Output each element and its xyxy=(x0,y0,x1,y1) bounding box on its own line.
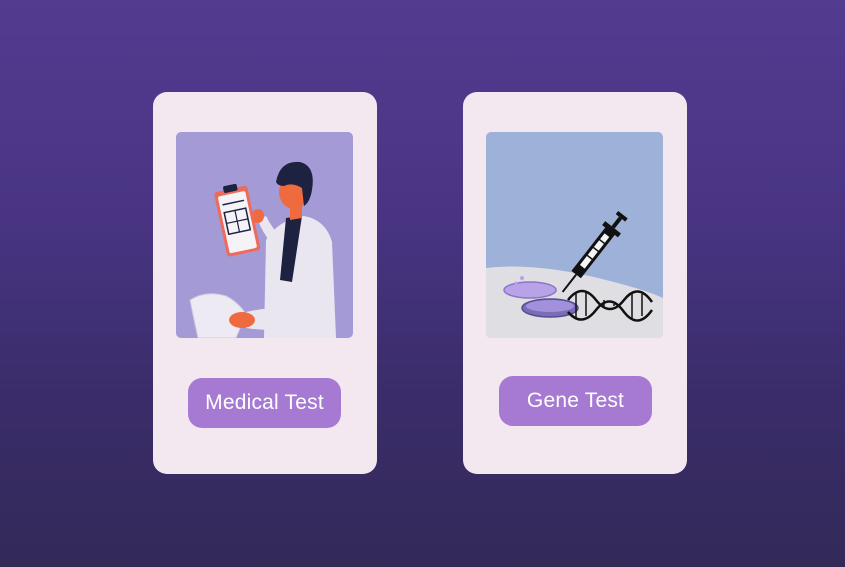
syringe-dna-petri-dish-icon xyxy=(486,132,663,338)
medical-test-card[interactable]: Medical Test xyxy=(153,92,377,474)
doctor-with-clipboard-icon xyxy=(176,132,353,338)
medical-test-button[interactable]: Medical Test xyxy=(188,378,341,428)
gene-test-button[interactable]: Gene Test xyxy=(499,376,652,426)
gene-test-card[interactable]: Gene Test xyxy=(463,92,687,474)
